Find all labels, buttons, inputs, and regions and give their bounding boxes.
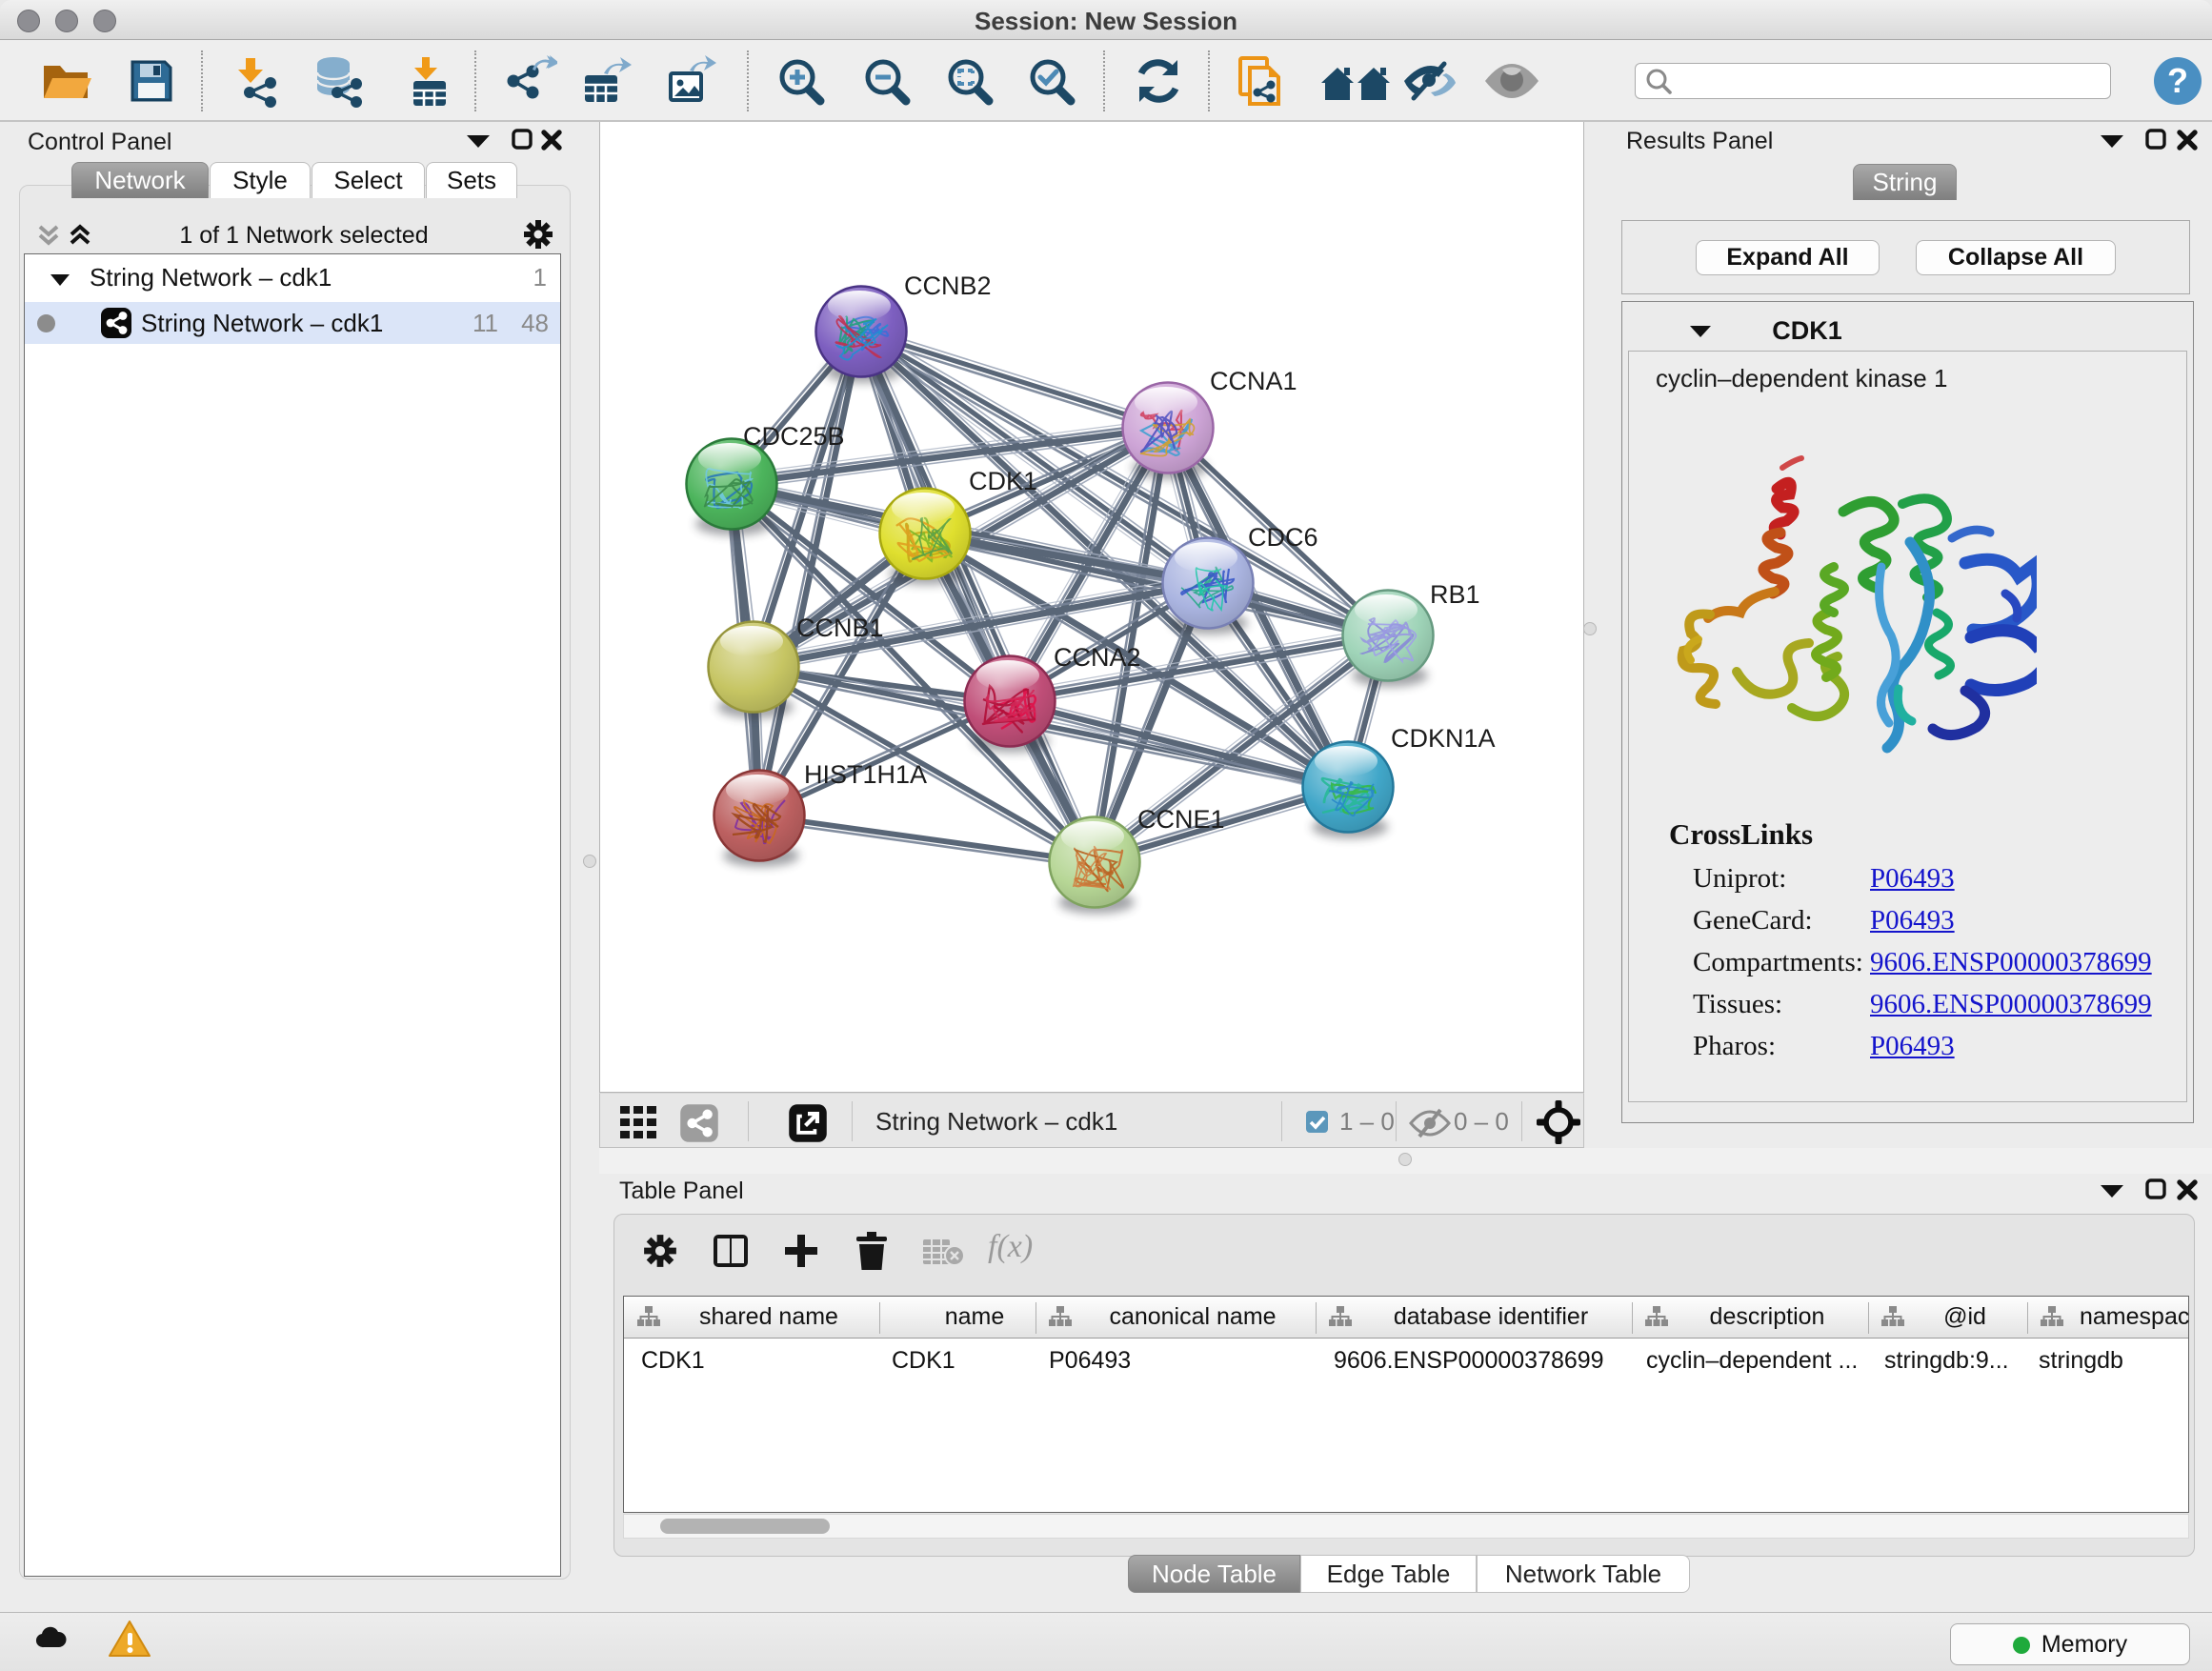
svg-text:CDC25B: CDC25B	[743, 422, 845, 451]
svg-text:CDKN1A: CDKN1A	[1391, 724, 1496, 753]
svg-text:CCNA1: CCNA1	[1210, 367, 1297, 395]
svg-text:CCNB1: CCNB1	[796, 614, 884, 642]
svg-text:CDK1: CDK1	[969, 467, 1037, 495]
svg-text:CCNE1: CCNE1	[1137, 805, 1225, 834]
svg-text:HIST1H1A: HIST1H1A	[804, 760, 927, 789]
svg-text:CCNB2: CCNB2	[904, 272, 992, 300]
svg-text:?: ?	[2167, 61, 2188, 100]
svg-text:RB1: RB1	[1430, 580, 1480, 609]
svg-text:CDC6: CDC6	[1248, 523, 1318, 552]
svg-text:CCNA2: CCNA2	[1054, 643, 1141, 672]
